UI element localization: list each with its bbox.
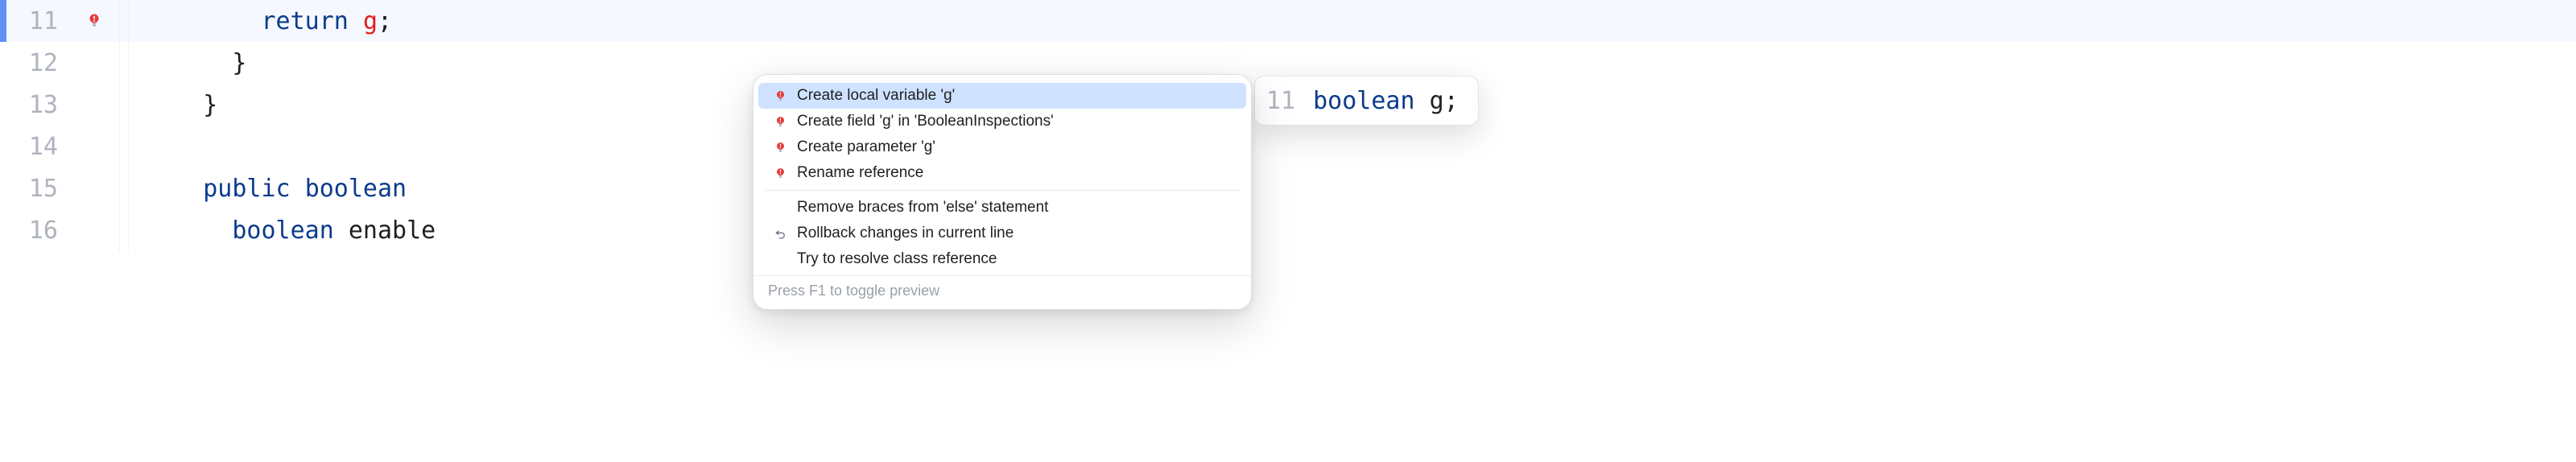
line-number: 11 xyxy=(6,7,63,35)
keyword-public: public xyxy=(203,175,290,203)
line-11[interactable]: 11 return g; xyxy=(0,0,2576,42)
semicolon: ; xyxy=(378,7,392,35)
line-number: 12 xyxy=(6,49,63,77)
error-bulb-icon xyxy=(773,142,787,154)
code-editor[interactable]: 11 return g; 12 } 13 xyxy=(0,0,2576,462)
intention-label: Rollback changes in current line xyxy=(797,225,1013,242)
error-bulb-icon xyxy=(773,90,787,102)
undo-icon xyxy=(773,228,787,240)
gutter-icon-col xyxy=(63,0,119,42)
line-16[interactable]: 16 boolean enable xyxy=(0,209,2576,251)
code-text[interactable]: return g; xyxy=(129,7,392,35)
intention-rollback-changes[interactable]: Rollback changes in current line xyxy=(758,221,1246,246)
intention-label: Create local variable 'g' xyxy=(797,87,955,105)
intention-create-local-variable[interactable]: Create local variable 'g' xyxy=(758,83,1246,109)
gutter-separator xyxy=(119,84,129,126)
keyword-boolean: boolean xyxy=(305,175,407,203)
keyword-boolean: boolean xyxy=(232,217,333,245)
code-text[interactable]: boolean enable xyxy=(129,217,436,245)
line-number: 13 xyxy=(6,91,63,119)
preview-code: boolean g; xyxy=(1313,87,1459,115)
intention-rename-reference[interactable]: Rename reference xyxy=(758,160,1246,186)
intention-bulb-error-icon[interactable] xyxy=(87,14,101,28)
intention-label: Create field 'g' in 'BooleanInspections' xyxy=(797,113,1054,130)
popup-separator xyxy=(765,190,1240,191)
line-15[interactable]: 15 public boolean ) { xyxy=(0,167,2576,209)
error-bulb-icon xyxy=(773,167,787,179)
gutter-separator xyxy=(119,0,129,42)
code-text[interactable]: } xyxy=(129,91,217,119)
gutter-separator xyxy=(119,126,129,167)
unresolved-identifier: g xyxy=(363,7,378,35)
preview-line-number: 11 xyxy=(1266,87,1295,115)
intention-label: Rename reference xyxy=(797,164,923,182)
gutter-separator xyxy=(119,209,129,251)
error-bulb-icon xyxy=(773,116,787,128)
intention-remove-braces[interactable]: Remove braces from 'else' statement xyxy=(758,195,1246,221)
code-text[interactable]: } xyxy=(129,49,246,77)
intention-label: Create parameter 'g' xyxy=(797,138,935,156)
line-14[interactable]: 14 xyxy=(0,126,2576,167)
gutter-separator xyxy=(119,167,129,209)
intention-preview-tooltip: 11 boolean g; xyxy=(1254,76,1479,126)
code-text[interactable]: public boolean ) { xyxy=(129,175,843,203)
intention-create-parameter[interactable]: Create parameter 'g' xyxy=(758,134,1246,160)
intention-create-field[interactable]: Create field 'g' in 'BooleanInspections' xyxy=(758,109,1246,134)
intention-resolve-class-reference[interactable]: Try to resolve class reference xyxy=(758,246,1246,272)
popup-footer-hint: Press F1 to toggle preview xyxy=(753,275,1251,307)
line-number: 14 xyxy=(6,133,63,161)
keyword-return: return xyxy=(262,7,349,35)
intention-label: Remove braces from 'else' statement xyxy=(797,199,1048,217)
intention-label: Try to resolve class reference xyxy=(797,250,997,268)
gutter-separator xyxy=(119,42,129,84)
line-number: 15 xyxy=(6,175,63,203)
intention-actions-popup: Create local variable 'g' Create field '… xyxy=(753,74,1252,310)
line-number: 16 xyxy=(6,217,63,245)
current-line-caret-indicator xyxy=(0,0,6,42)
